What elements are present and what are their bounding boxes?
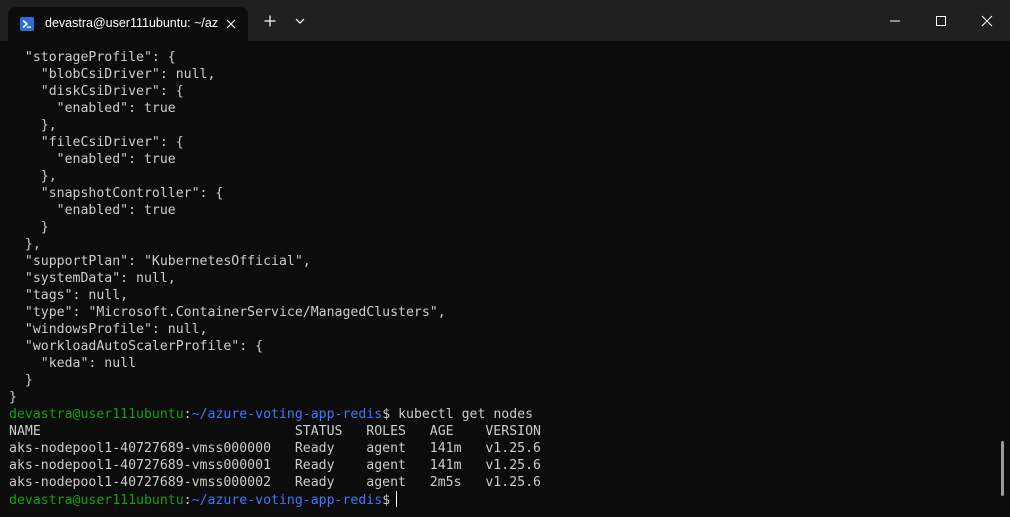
text-cursor	[396, 491, 398, 507]
close-tab-icon[interactable]	[221, 14, 241, 34]
output-line: "blobCsiDriver": null,	[9, 67, 216, 82]
active-prompt-line[interactable]: devastra@user111ubuntu:~/azure-voting-ap…	[9, 491, 398, 508]
close-button[interactable]	[964, 0, 1010, 41]
output-line: "diskCsiDriver": {	[9, 84, 184, 99]
table-row: aks-nodepool1-40727689-vmss000001 Ready …	[9, 458, 541, 473]
prompt-symbol: $	[382, 407, 399, 422]
tab-title: devastra@user111ubuntu: ~/az	[45, 16, 219, 30]
output-line: "enabled": true	[9, 203, 176, 218]
prompt-user-host: devastra@user111ubuntu	[9, 493, 184, 508]
prompt-path: ~/azure-voting-app-redis	[191, 493, 383, 508]
command-text: kubectl get nodes	[398, 407, 534, 422]
scrollbar-thumb[interactable]	[1001, 441, 1004, 496]
terminal-tab[interactable]: devastra@user111ubuntu: ~/az	[8, 7, 248, 41]
output-line: "enabled": true	[9, 152, 176, 167]
prompt-user-host: devastra@user111ubuntu	[9, 407, 184, 422]
output-line: "enabled": true	[9, 101, 176, 116]
terminal-output[interactable]: "storageProfile": { "blobCsiDriver": nul…	[0, 41, 1010, 517]
output-line: }	[9, 373, 33, 388]
output-line: }	[9, 220, 49, 235]
prompt-path: ~/azure-voting-app-redis	[191, 407, 383, 422]
command-prompt-line: devastra@user111ubuntu:~/azure-voting-ap…	[9, 406, 533, 423]
minimize-icon	[890, 20, 900, 22]
prompt-separator: :	[183, 493, 192, 508]
title-bar: devastra@user111ubuntu: ~/az	[0, 0, 1010, 41]
table-header: NAME STATUS ROLES AGE VERSION	[9, 424, 541, 439]
output-line: "storageProfile": {	[9, 50, 176, 65]
output-line: "keda": null	[9, 356, 137, 371]
chevron-down-icon[interactable]	[291, 12, 309, 30]
minimize-button[interactable]	[872, 0, 918, 41]
terminal-window: devastra@user111ubuntu: ~/az "storagePro…	[0, 0, 1010, 517]
output-line: }	[9, 390, 17, 405]
output-line: "windowsProfile": null,	[9, 322, 208, 337]
prompt-separator: :	[183, 407, 192, 422]
maximize-button[interactable]	[918, 0, 964, 41]
output-line: "supportPlan": "KubernetesOfficial",	[9, 254, 311, 269]
maximize-icon	[936, 16, 946, 26]
output-line: "workloadAutoScalerProfile": {	[9, 339, 264, 354]
powershell-icon	[20, 17, 34, 31]
output-line: },	[9, 237, 41, 252]
output-line: "tags": null,	[9, 288, 129, 303]
output-line: "type": "Microsoft.ContainerService/Mana…	[9, 305, 446, 320]
output-line: "fileCsiDriver": {	[9, 135, 184, 150]
close-icon	[981, 15, 993, 27]
table-row: aks-nodepool1-40727689-vmss000002 Ready …	[9, 475, 541, 490]
output-line: "snapshotController": {	[9, 186, 224, 201]
output-line: },	[9, 169, 57, 184]
output-line: },	[9, 118, 57, 133]
table-row: aks-nodepool1-40727689-vmss000000 Ready …	[9, 441, 541, 456]
prompt-symbol: $	[382, 493, 391, 508]
plus-icon[interactable]	[261, 12, 279, 30]
output-line: "systemData": null,	[9, 271, 176, 286]
